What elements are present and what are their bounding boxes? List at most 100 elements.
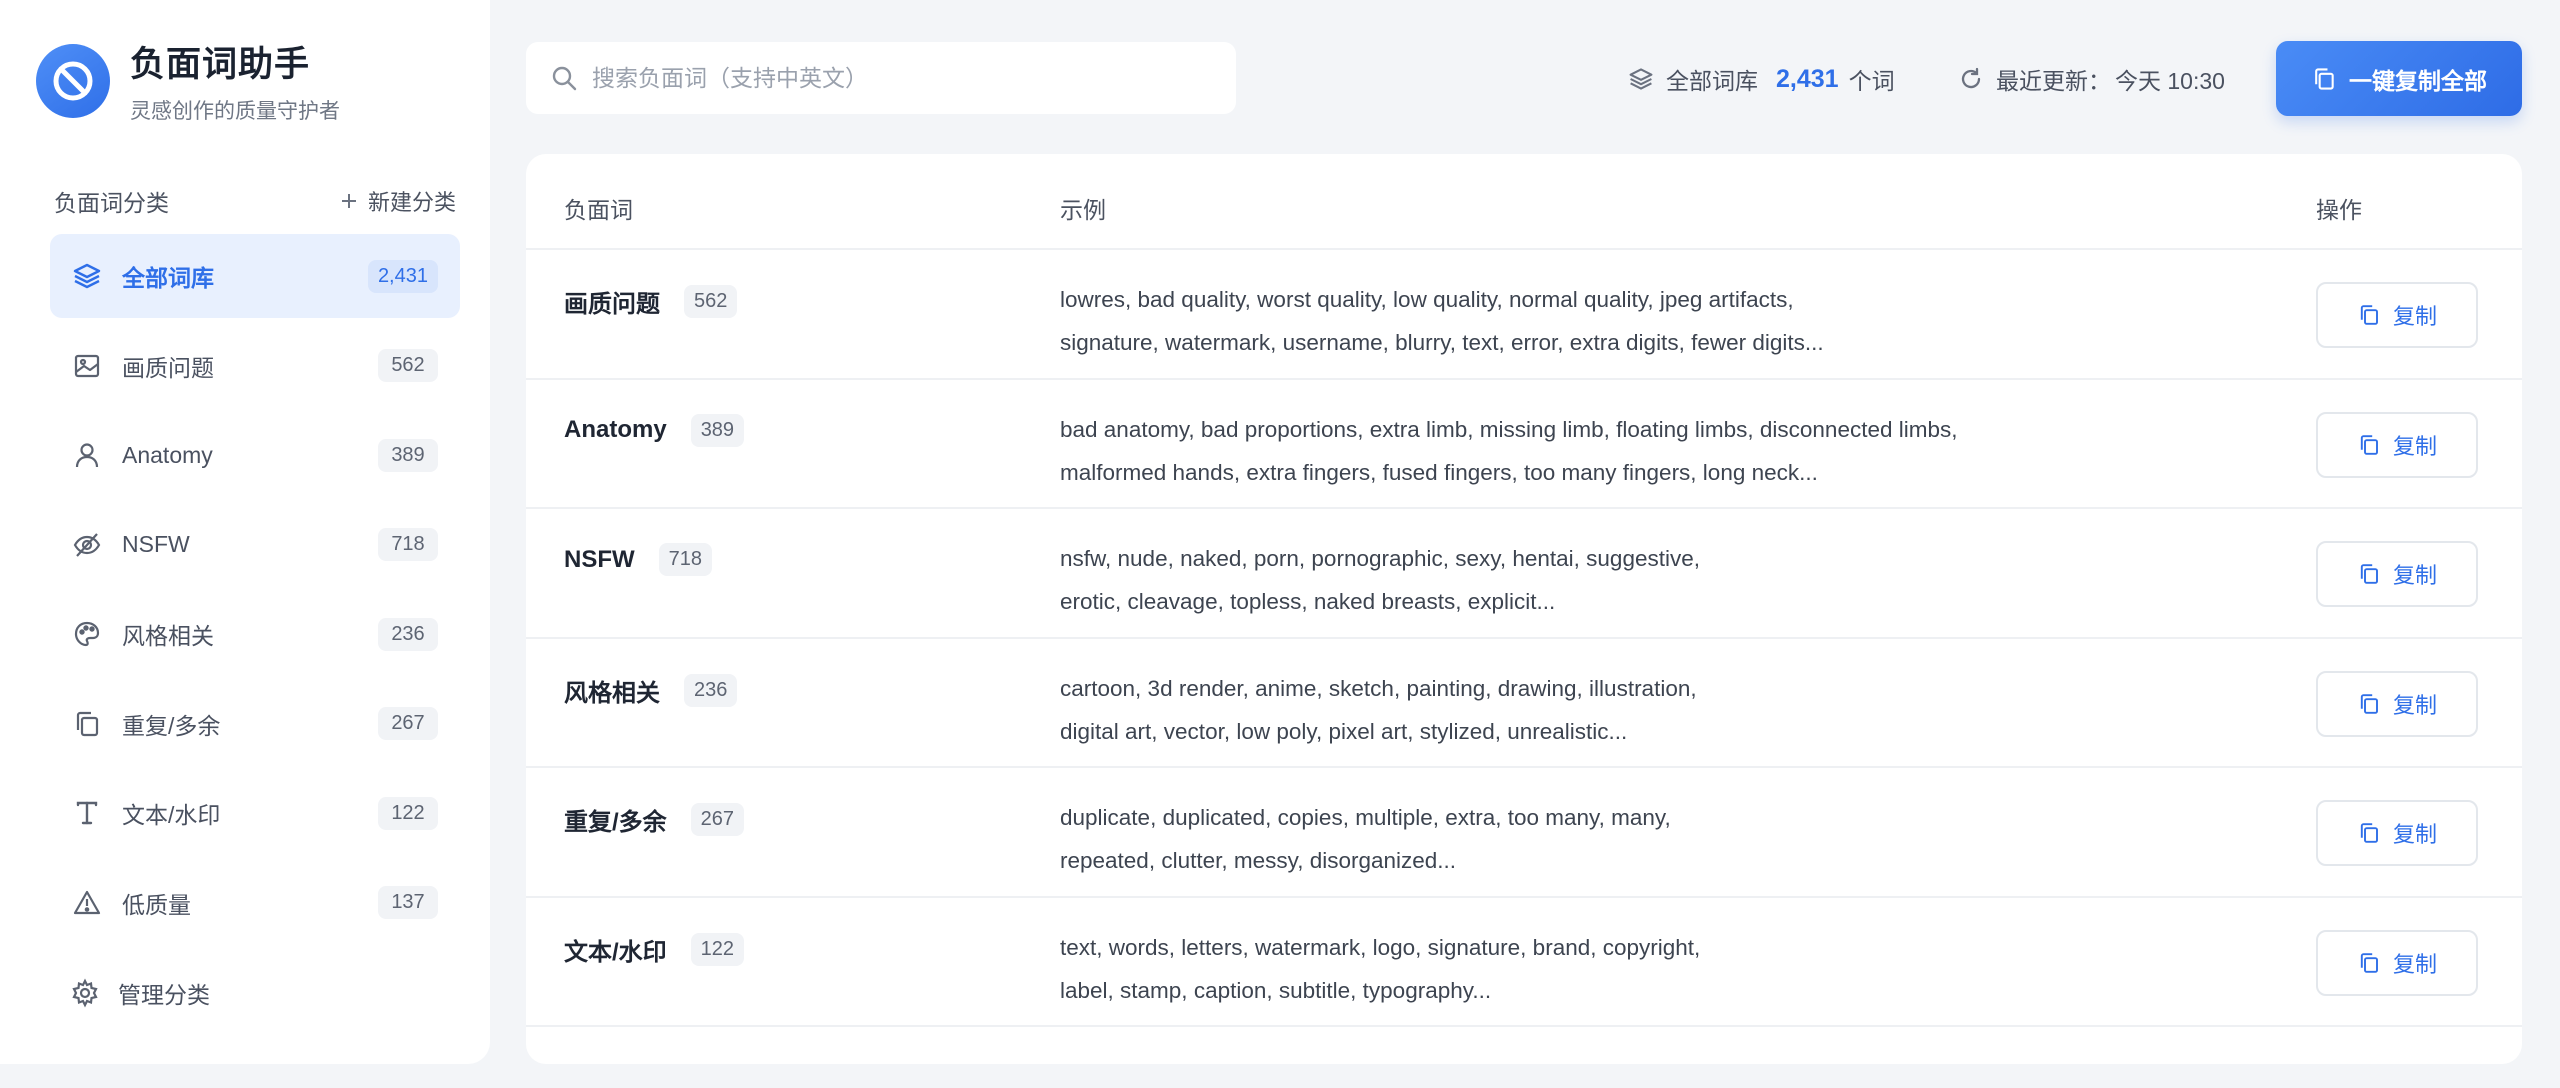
sidebar-item-count: 137	[378, 886, 438, 919]
row-name: NSFW	[564, 545, 635, 573]
sidebar-item-label: 全部词库	[122, 265, 214, 291]
sidebar-item-anatomy[interactable]: Anatomy 389	[50, 413, 460, 497]
sidebar-item-label: 画质问题	[122, 354, 214, 381]
table-row: Anatomy 389 bad anatomy, bad proportions…	[526, 380, 2522, 509]
sidebar: 负面词助手 灵感创作的质量守护者 负面词分类 新建分类 全部词库 2,431 画…	[0, 0, 490, 1064]
row-name: 重复/多余	[564, 809, 667, 836]
search-box	[526, 42, 1236, 114]
table-row: 画质问题 562 lowres, bad quality, worst qual…	[526, 250, 2522, 380]
column-header-word: 负面词	[564, 197, 633, 223]
copy-icon	[2360, 952, 2378, 973]
table-row: NSFW 718 nsfw, nude, naked, porn, pornog…	[526, 509, 2522, 639]
sidebar-item-label: 重复/多余	[122, 712, 221, 739]
sidebar-item-count: 122	[378, 796, 438, 830]
table-header: 负面词 示例 操作	[526, 154, 2522, 250]
category-section-title: 负面词分类	[54, 190, 169, 216]
row-count: 267	[690, 803, 745, 836]
column-header-example: 示例	[1060, 197, 1106, 223]
app-title: 负面词助手	[130, 45, 311, 84]
row-name: 画质问题	[564, 291, 660, 318]
row-example: cartoon, 3d render, anime, sketch, paint…	[1060, 675, 1697, 744]
copy-icon	[2360, 305, 2378, 325]
row-count: 562	[684, 285, 738, 318]
sidebar-item-count: 267	[378, 707, 438, 740]
row-count: 718	[658, 543, 713, 576]
copy-icon	[70, 707, 104, 741]
sidebar-item-label: Anatomy	[122, 441, 213, 468]
row-count: 122	[690, 932, 745, 966]
copy-icon	[2360, 823, 2378, 843]
copy-button[interactable]: 复制	[2316, 929, 2478, 996]
copy-button[interactable]: 复制	[2316, 411, 2478, 478]
text-icon	[70, 796, 104, 830]
row-count: 236	[684, 673, 738, 707]
new-category-label: 新建分类	[367, 190, 456, 215]
row-example: nsfw, nude, naked, porn, pornographic, s…	[1060, 546, 1700, 614]
negative-word-table: 负面词 示例 操作 画质问题 562 lowres, bad quality, …	[526, 154, 2522, 1064]
layers-icon	[70, 259, 104, 293]
new-category-button[interactable]: 新建分类	[340, 185, 456, 217]
search-icon	[552, 66, 577, 91]
copy-icon	[2360, 434, 2378, 455]
warning-icon	[70, 886, 104, 920]
brand: 负面词助手 灵感创作的质量守护者	[36, 36, 340, 125]
manage-categories-label: 管理分类	[118, 982, 210, 1008]
sidebar-item-duplicate[interactable]: 重复/多余 267	[50, 682, 460, 766]
sidebar-item-nsfw[interactable]: NSFW 718	[50, 503, 460, 587]
sidebar-item-count: 2,431	[367, 259, 438, 293]
row-name: 风格相关	[564, 679, 660, 707]
copy-button[interactable]: 复制	[2316, 282, 2478, 348]
row-count: 389	[690, 413, 745, 447]
sidebar-item-count: 718	[378, 528, 438, 561]
category-header: 负面词分类 新建分类	[54, 184, 456, 218]
sidebar-item-count: 562	[378, 349, 438, 382]
copy-all-button[interactable]: 一键复制全部	[2276, 41, 2522, 116]
search-input[interactable]	[592, 64, 1192, 92]
copy-button[interactable]: 复制	[2316, 670, 2478, 737]
table-row: 文本/水印 122 text, words, letters, watermar…	[526, 898, 2522, 1027]
refresh-icon	[1961, 67, 1981, 89]
last-updated-label: 最近更新：	[1996, 68, 2111, 94]
sidebar-item-text-watermark[interactable]: 文本/水印 122	[50, 771, 460, 855]
sidebar-item-low-quality[interactable]: 低质量 137	[50, 861, 460, 945]
user-icon	[70, 438, 104, 472]
table-row: 风格相关 236 cartoon, 3d render, anime, sket…	[526, 639, 2522, 768]
library-stat: 全部词库 2,431 个词	[1628, 62, 1895, 96]
row-example: bad anatomy, bad proportions, extra limb…	[1060, 416, 1958, 485]
app-subtitle: 灵感创作的质量守护者	[130, 100, 340, 123]
copy-button[interactable]: 复制	[2316, 541, 2478, 607]
sidebar-item-count: 389	[378, 438, 438, 472]
copy-icon	[2360, 693, 2378, 714]
plus-icon	[341, 194, 356, 208]
library-stat-unit: 个词	[1848, 68, 1895, 94]
app-root: 负面词助手 灵感创作的质量守护者 负面词分类 新建分类 全部词库 2,431 画…	[0, 0, 2560, 1088]
manage-categories-button[interactable]: 管理分类	[70, 976, 210, 1010]
category-list: 全部词库 2,431 画质问题 562 Anatomy 389 NSFW 718…	[50, 234, 460, 950]
sidebar-item-image-quality[interactable]: 画质问题 562	[50, 324, 460, 408]
sidebar-item-all[interactable]: 全部词库 2,431	[50, 234, 460, 318]
block-icon	[36, 43, 110, 118]
sidebar-item-label: 文本/水印	[122, 802, 221, 828]
library-stat-label: 全部词库	[1666, 68, 1758, 94]
column-header-action: 操作	[2316, 197, 2362, 223]
library-stat-count: 2,431	[1776, 64, 1839, 93]
sidebar-item-label: 低质量	[122, 891, 191, 918]
table-row: 重复/多余 267 duplicate, duplicated, copies,…	[526, 768, 2522, 898]
sidebar-item-label: 风格相关	[122, 623, 214, 649]
palette-icon	[70, 617, 104, 651]
row-name: 文本/水印	[564, 938, 667, 966]
sidebar-item-count: 236	[378, 617, 438, 651]
row-example: lowres, bad quality, worst quality, low …	[1060, 287, 1824, 355]
copy-button[interactable]: 复制	[2316, 800, 2478, 866]
copy-all-label: 一键复制全部	[2349, 67, 2487, 94]
row-example: duplicate, duplicated, copies, multiple,…	[1060, 805, 1671, 873]
gear-icon	[72, 978, 98, 1008]
last-updated-value: 今天 10:30	[2115, 68, 2225, 94]
row-name: Anatomy	[564, 416, 667, 443]
image-icon	[70, 349, 104, 383]
sidebar-item-label: NSFW	[122, 531, 190, 557]
layers-icon	[1629, 68, 1653, 90]
sidebar-item-style[interactable]: 风格相关 236	[50, 592, 460, 676]
eye-off-icon	[70, 528, 104, 562]
copy-icon	[2315, 67, 2334, 90]
